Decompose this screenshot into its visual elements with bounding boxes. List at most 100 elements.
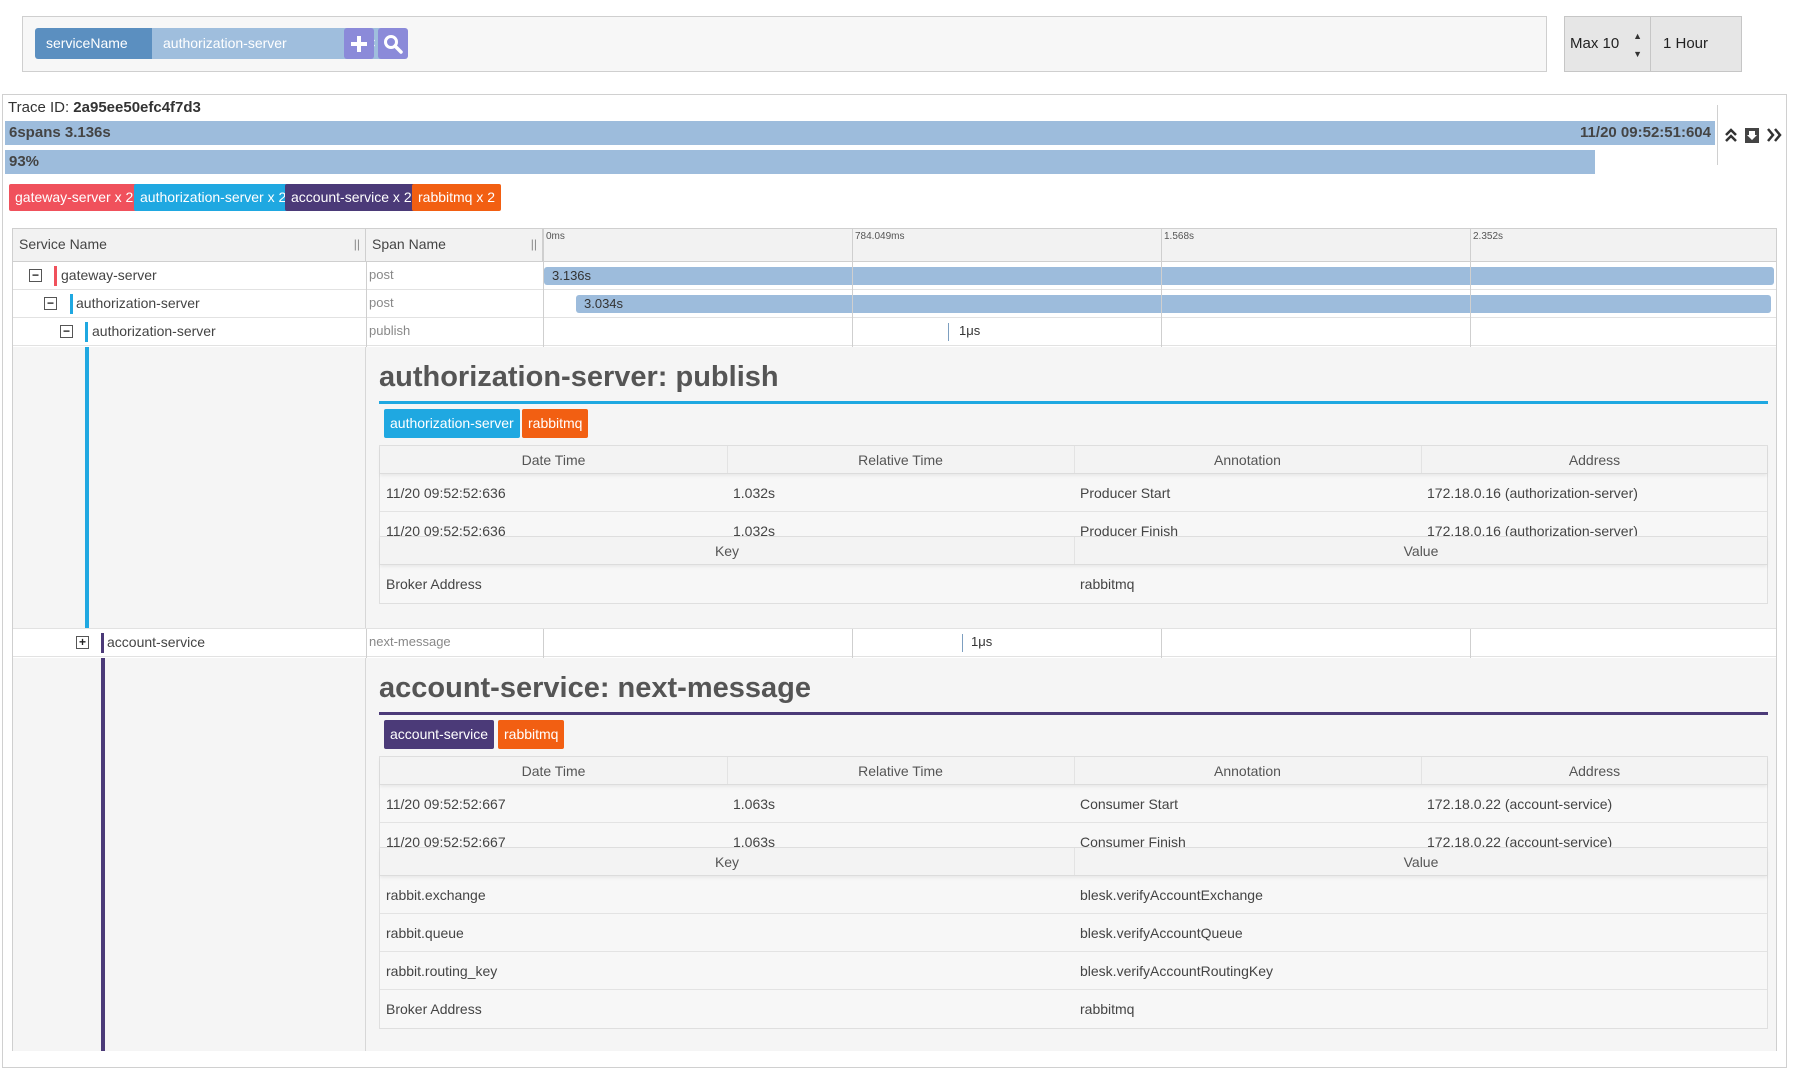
span-duration-bar[interactable]: 3.034s bbox=[576, 295, 1771, 313]
search-button[interactable] bbox=[378, 28, 408, 59]
trace-panel: Trace ID: 2a95ee50efc4f7d3 6spans 3.136s… bbox=[2, 94, 1787, 1068]
col-relative-time: Relative Time bbox=[858, 452, 943, 468]
grid-line bbox=[366, 629, 367, 658]
detail-left-column bbox=[13, 347, 366, 628]
span-detail-title: authorization-server: publish bbox=[379, 361, 779, 393]
trace-summary: 6spans 3.136s bbox=[9, 124, 111, 141]
span-name-header[interactable]: Span Name || bbox=[366, 229, 543, 262]
limit-value: Max 10 bbox=[1570, 35, 1620, 52]
expand-icon[interactable]: + bbox=[76, 636, 89, 649]
annotation-value: Producer Start bbox=[1080, 485, 1171, 501]
service-name-header[interactable]: Service Name || bbox=[13, 229, 366, 262]
collapse-icon[interactable]: − bbox=[29, 269, 42, 282]
span-duration: 3.136s bbox=[552, 268, 592, 283]
col-date-time: Date Time bbox=[521, 763, 586, 779]
expand-right-icon[interactable] bbox=[1766, 127, 1782, 143]
collapse-icon[interactable]: − bbox=[44, 297, 57, 310]
tick-label: 0ms bbox=[546, 231, 565, 242]
col-value: Value bbox=[1403, 543, 1439, 559]
facet-value-text: authorization-server bbox=[163, 35, 287, 51]
trace-tools bbox=[1717, 105, 1787, 165]
col-relative-time: Relative Time bbox=[858, 763, 943, 779]
tag-value: rabbitmq bbox=[1080, 1001, 1135, 1017]
annotations-header: Date Time Relative Time Annotation Addre… bbox=[380, 446, 1767, 474]
limit-input[interactable]: Max 10 ▲ ▼ bbox=[1565, 17, 1651, 71]
detail-service-tag[interactable]: account-service bbox=[384, 720, 495, 749]
grid-line bbox=[1161, 629, 1162, 658]
span-row[interactable]: + account-service next-message 1μs bbox=[13, 629, 1776, 657]
column-resize-icon[interactable]: || bbox=[531, 229, 537, 260]
service-guide-line bbox=[101, 658, 105, 1051]
col-key: Key bbox=[714, 543, 740, 559]
facet-key: serviceName bbox=[35, 28, 152, 59]
grid-line bbox=[1161, 229, 1162, 347]
service-tag-gateway[interactable]: gateway-server x 2 bbox=[9, 184, 140, 211]
col-date-time: Date Time bbox=[521, 452, 586, 468]
annotation-relative: 1.032s bbox=[733, 485, 776, 501]
service-color-bar bbox=[54, 266, 57, 286]
col-annotation: Annotation bbox=[1214, 452, 1281, 468]
tag-row: Broker Address rabbitmq bbox=[380, 565, 1767, 603]
add-facet-button[interactable] bbox=[344, 28, 374, 59]
detail-service-tag[interactable]: authorization-server bbox=[384, 409, 520, 438]
span-row[interactable]: − gateway-server post 3.136s bbox=[13, 262, 1776, 290]
tag-row: rabbit.queue blesk.verifyAccountQueue bbox=[380, 914, 1767, 952]
download-icon[interactable] bbox=[1744, 126, 1760, 144]
tick-label: 1.568s bbox=[1164, 231, 1195, 242]
span-row[interactable]: − authorization-server post 3.034s bbox=[13, 290, 1776, 318]
service-tag-rabbitmq[interactable]: rabbitmq x 2 bbox=[412, 184, 502, 211]
spinner-arrows-icon[interactable]: ▲ ▼ bbox=[1633, 27, 1642, 63]
lookback-select[interactable]: 1 Hour bbox=[1651, 17, 1708, 71]
annotation-value: Consumer Start bbox=[1080, 796, 1179, 812]
service-color-bar bbox=[101, 633, 104, 653]
span-name: post bbox=[369, 295, 394, 310]
tag-key: rabbit.queue bbox=[386, 925, 464, 941]
tag-key: rabbit.exchange bbox=[386, 887, 486, 903]
collapse-icon[interactable]: − bbox=[60, 325, 73, 338]
trace-summary-bar: 6spans 3.136s 11/20 09:52:51:604 bbox=[5, 121, 1715, 145]
annotation-row: 11/20 09:52:52:636 1.032s Producer Start… bbox=[380, 474, 1767, 512]
service-color-bar bbox=[85, 322, 88, 342]
span-name: publish bbox=[369, 323, 411, 338]
detail-left-column bbox=[13, 658, 366, 1051]
span-row[interactable]: − authorization-server publish 1μs bbox=[13, 318, 1776, 346]
annotation-address: 172.18.0.16 (authorization-server) bbox=[1427, 485, 1638, 501]
tag-row: rabbit.exchange blesk.verifyAccountExcha… bbox=[380, 876, 1767, 914]
column-resize-icon[interactable]: || bbox=[354, 229, 360, 260]
service-guide-line bbox=[85, 347, 89, 628]
grid-line bbox=[366, 262, 367, 347]
grid-line bbox=[852, 229, 853, 347]
annotation-row: 11/20 09:52:52:667 1.063s Consumer Start… bbox=[380, 785, 1767, 823]
tag-value: blesk.verifyAccountQueue bbox=[1080, 925, 1243, 941]
detail-service-tag[interactable]: rabbitmq bbox=[498, 720, 565, 749]
grid-line bbox=[1470, 229, 1471, 347]
tags-header: Key Value bbox=[380, 848, 1767, 876]
span-service: authorization-server bbox=[92, 323, 216, 339]
col-value: Value bbox=[1403, 854, 1439, 870]
detail-service-tag[interactable]: rabbitmq bbox=[522, 409, 589, 438]
grid-line bbox=[543, 229, 544, 347]
tag-value: blesk.verifyAccountRoutingKey bbox=[1080, 963, 1273, 979]
grid-line bbox=[852, 629, 853, 658]
span-duration: 1μs bbox=[971, 634, 993, 649]
service-name-facet[interactable]: serviceName authorization-server × bbox=[35, 28, 385, 59]
span-duration-mark bbox=[948, 323, 949, 341]
col-address: Address bbox=[1568, 763, 1621, 779]
span-service: authorization-server bbox=[76, 295, 200, 311]
trace-id-value: 2a95ee50efc4f7d3 bbox=[73, 99, 201, 116]
tag-key: Broker Address bbox=[386, 576, 482, 592]
tags-table: Key Value rabbit.exchange blesk.verifyAc… bbox=[379, 847, 1768, 1029]
annotation-date: 11/20 09:52:52:636 bbox=[386, 485, 506, 501]
service-tag-authorization[interactable]: authorization-server x 2 bbox=[134, 184, 293, 211]
collapse-all-icon[interactable] bbox=[1724, 127, 1738, 143]
span-detail-title: account-service: next-message bbox=[379, 672, 811, 704]
span-name: post bbox=[369, 267, 394, 282]
span-duration-bar[interactable]: 3.136s bbox=[544, 267, 1774, 285]
service-color-bar bbox=[70, 294, 73, 314]
tags-table: Key Value Broker Address rabbitmq bbox=[379, 536, 1768, 604]
search-icon bbox=[384, 34, 403, 54]
tag-key: Broker Address bbox=[386, 1001, 482, 1017]
annotation-relative: 1.063s bbox=[733, 796, 776, 812]
service-tag-account[interactable]: account-service x 2 bbox=[285, 184, 418, 211]
tick-label: 784.049ms bbox=[855, 231, 905, 242]
